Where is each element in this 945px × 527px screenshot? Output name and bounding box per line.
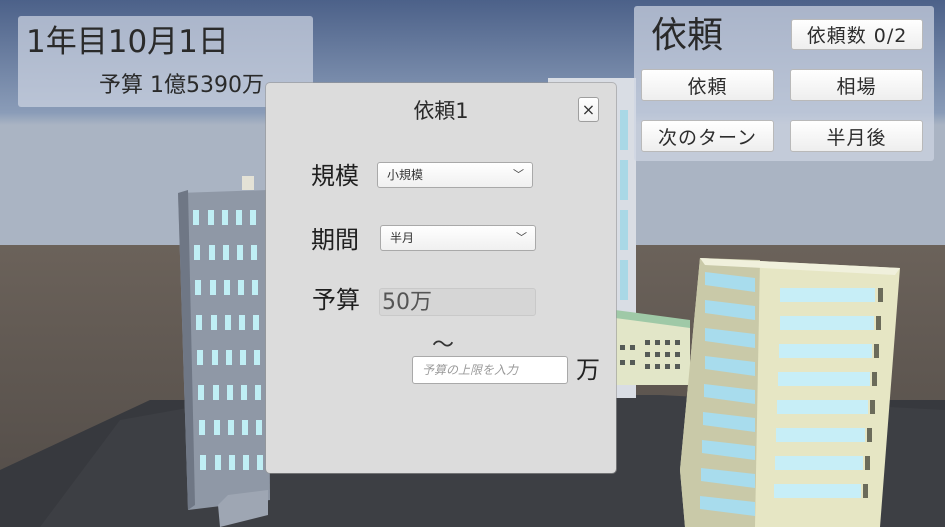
budget-lower-value: 50万 [379, 288, 536, 316]
next-turn-button[interactable]: 次のターン [641, 120, 774, 152]
current-date: 1年目10月1日 [26, 24, 229, 60]
chevron-down-icon: ﹀ [516, 231, 527, 244]
budget-total: 予算 1億5390万 [99, 73, 264, 98]
chevron-down-icon: ﹀ [513, 168, 524, 181]
request-button[interactable]: 依頼 [641, 69, 774, 101]
request-menu-panel: 依頼 依頼数 0/2 依頼 相場 次のターン 半月後 [634, 6, 934, 161]
right-tower [680, 258, 900, 527]
period-selected: 半月 [390, 231, 415, 245]
period-label: 期間 [311, 226, 359, 254]
dialog-title: 依頼1 [413, 99, 469, 123]
menu-title: 依頼 [651, 15, 724, 56]
market-button[interactable]: 相場 [790, 69, 923, 101]
budget-upper-input[interactable] [412, 356, 568, 384]
close-button[interactable]: × [578, 97, 599, 122]
half-month-button[interactable]: 半月後 [790, 120, 923, 152]
request-count-button[interactable]: 依頼数 0/2 [791, 19, 923, 50]
scale-selected: 小規模 [387, 168, 424, 182]
period-dropdown[interactable]: 半月 ﹀ [380, 225, 536, 251]
budget-label: 予算 [312, 286, 360, 314]
small-building [615, 310, 690, 385]
scale-label: 規模 [311, 162, 359, 190]
close-icon: × [581, 100, 596, 119]
unit-label: 万 [576, 356, 600, 384]
request-dialog: 依頼1 × 規模 小規模 ﹀ 期間 半月 ﹀ 予算 50万 ～ 万 [266, 83, 616, 473]
scale-dropdown[interactable]: 小規模 ﹀ [377, 162, 533, 188]
range-separator: ～ [432, 333, 455, 358]
left-tower [178, 176, 270, 527]
